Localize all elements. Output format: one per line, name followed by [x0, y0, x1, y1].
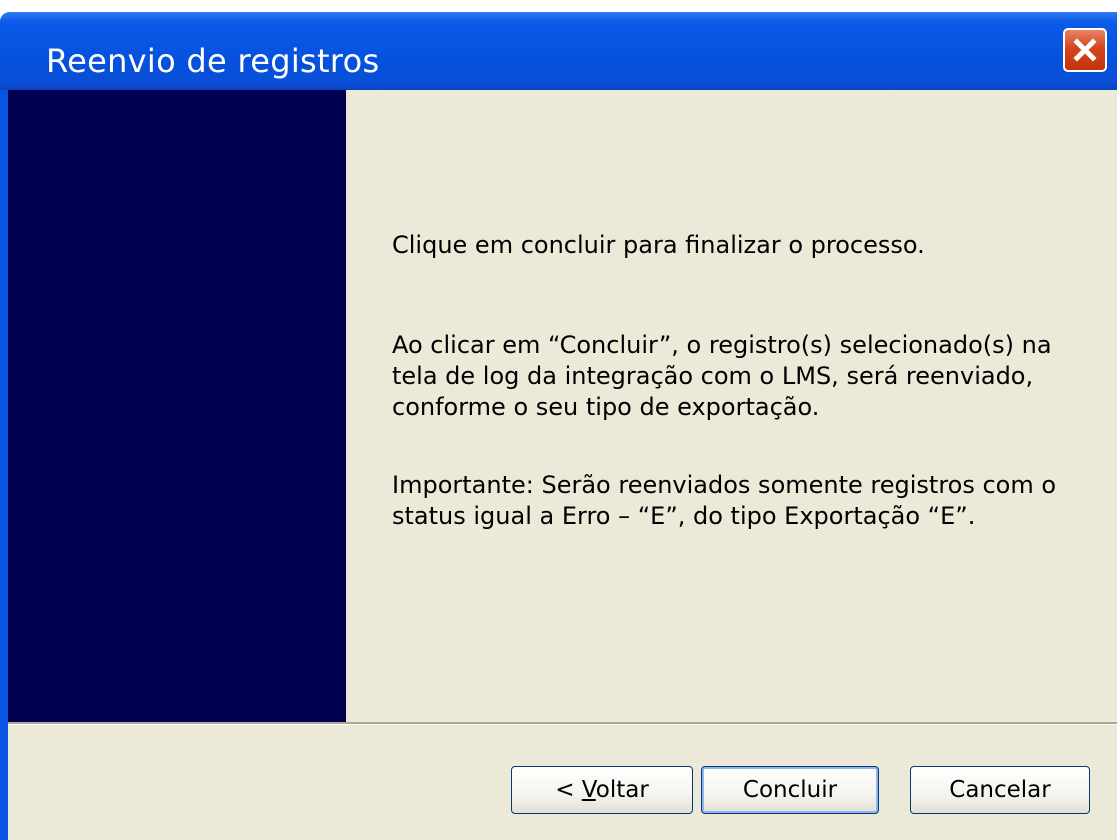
back-button[interactable]: < Voltar: [511, 766, 693, 814]
important-line-2: status igual a Erro – “E”, do tipo Expor…: [392, 502, 976, 530]
back-button-prefix: <: [555, 777, 582, 803]
wizard-content: Clique em concluir para finalizar o proc…: [346, 90, 1117, 722]
back-button-mnemonic: V: [581, 777, 596, 803]
instruction-text: Clique em concluir para finalizar o proc…: [392, 231, 925, 259]
description-line-3: conforme o seu tipo de exportação.: [392, 393, 820, 421]
wizard-side-panel: [8, 90, 346, 722]
description-line-2: tela de log da integração com o LMS, ser…: [392, 362, 1034, 390]
important-line-1: Importante: Serão reenviados somente reg…: [392, 471, 1057, 499]
window-title: Reenvio de registros: [46, 42, 380, 80]
cancel-button[interactable]: Cancelar: [910, 766, 1090, 814]
close-x-icon: [1073, 38, 1097, 62]
dialog-client-area: Clique em concluir para finalizar o proc…: [8, 90, 1117, 840]
title-bar[interactable]: Reenvio de registros: [0, 12, 1117, 90]
close-button[interactable]: [1063, 28, 1107, 72]
back-button-rest: oltar: [595, 777, 649, 803]
finish-button[interactable]: Concluir: [701, 766, 879, 814]
wizard-dialog: Reenvio de registros Clique em concluir …: [0, 12, 1117, 840]
footer-separator: [8, 722, 1117, 725]
description-line-1: Ao clicar em “Concluir”, o registro(s) s…: [392, 331, 1052, 359]
